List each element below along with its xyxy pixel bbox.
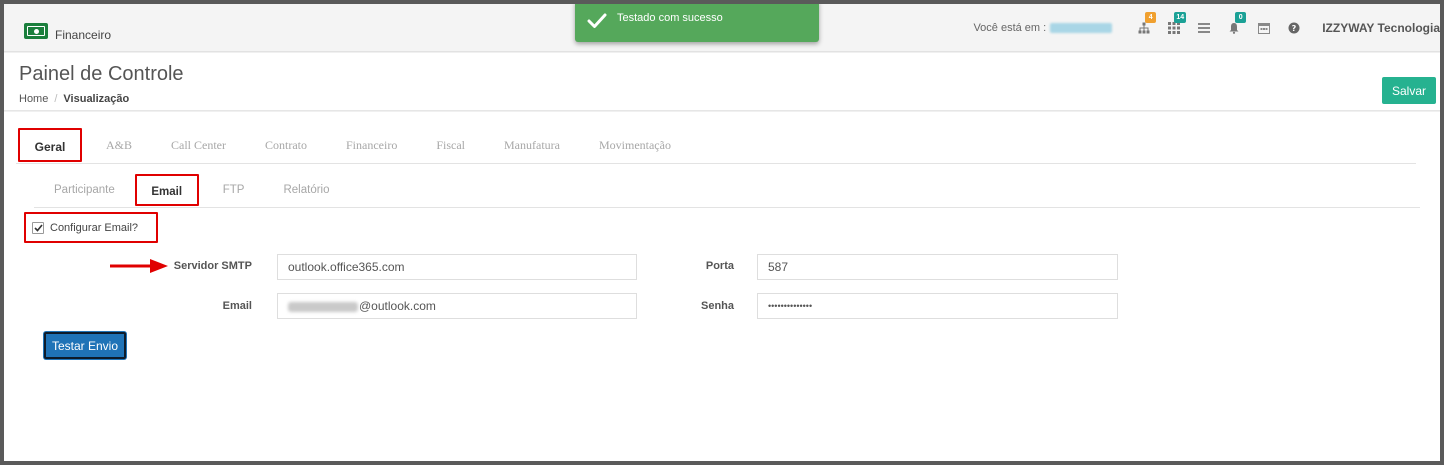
- tab-fiscal[interactable]: Fiscal: [436, 128, 465, 162]
- location-value-redacted[interactable]: [1050, 23, 1113, 33]
- configure-email-toggle[interactable]: Configurar Email?: [24, 212, 158, 243]
- company-name[interactable]: IZZYWAY Tecnologia: [1322, 21, 1440, 35]
- email-domain: @outlook.com: [359, 299, 436, 313]
- check-icon: [587, 13, 607, 28]
- sub-tabs: Participante Email FTP Relatório: [34, 174, 1420, 208]
- subtab-participante[interactable]: Participante: [54, 174, 115, 206]
- top-right-toolbar: Você está em : 4 14 0 ? IZZYWAY Tecnolog…: [973, 12, 1440, 38]
- save-button[interactable]: Salvar: [1382, 77, 1436, 104]
- tab-movimentacao[interactable]: Movimentação: [599, 128, 671, 162]
- smtp-label: Servidor SMTP: [173, 260, 252, 272]
- page-title: Painel de Controle: [19, 63, 184, 85]
- brand[interactable]: Financeiro: [24, 20, 111, 42]
- smtp-input[interactable]: outlook.office365.com: [277, 254, 637, 280]
- top-navbar: Financeiro Testado com sucesso Você está…: [4, 4, 1440, 52]
- list-icon: [1198, 23, 1211, 33]
- toast-message: Testado com sucesso: [617, 12, 723, 24]
- test-send-button[interactable]: Testar Envio: [44, 332, 126, 359]
- breadcrumb-current: Visualização: [63, 93, 130, 105]
- apps-badge: 14: [1174, 12, 1187, 23]
- tab-manufatura[interactable]: Manufatura: [504, 128, 560, 162]
- tab-call-center[interactable]: Call Center: [171, 128, 226, 162]
- calendar-button[interactable]: [1254, 18, 1274, 38]
- configure-email-label: Configurar Email?: [50, 221, 139, 234]
- question-circle-icon: ?: [1288, 22, 1300, 34]
- subtab-relatorio[interactable]: Relatório: [283, 174, 329, 206]
- email-label: Email: [222, 300, 252, 312]
- list-button[interactable]: [1194, 18, 1214, 38]
- breadcrumb: Home / Visualização: [19, 93, 129, 105]
- main-tabs: Geral A&B Call Center Contrato Financeir…: [16, 128, 1416, 164]
- notifications-badge: 0: [1235, 12, 1247, 23]
- sitemap-icon: [1138, 22, 1150, 34]
- senha-label: Senha: [700, 300, 734, 312]
- email-input[interactable]: @outlook.com: [277, 293, 637, 319]
- subtab-email[interactable]: Email: [134, 174, 199, 206]
- brand-label: Financeiro: [55, 28, 112, 42]
- sitemap-badge: 4: [1145, 12, 1157, 23]
- money-bill-icon: [24, 23, 48, 39]
- grid-icon: [1168, 22, 1181, 34]
- breadcrumb-home[interactable]: Home: [19, 93, 48, 105]
- porta-input[interactable]: 587: [757, 254, 1118, 280]
- help-button[interactable]: ?: [1284, 18, 1304, 38]
- subtab-ftp[interactable]: FTP: [223, 174, 245, 206]
- breadcrumb-separator: /: [54, 93, 58, 105]
- success-toast: Testado com sucesso: [575, 4, 819, 42]
- tab-contrato[interactable]: Contrato: [265, 128, 307, 162]
- apps-button[interactable]: 14: [1164, 12, 1187, 38]
- main-content: Geral A&B Call Center Contrato Financeir…: [4, 112, 1440, 461]
- porta-label: Porta: [705, 260, 734, 272]
- tab-ab[interactable]: A&B: [106, 128, 132, 162]
- svg-text:?: ?: [1292, 24, 1297, 33]
- tab-financeiro[interactable]: Financeiro: [346, 128, 397, 162]
- senha-input[interactable]: ••••••••••••••: [757, 293, 1118, 319]
- checkmark-icon: [33, 223, 43, 232]
- email-user-redacted: [288, 301, 358, 312]
- configure-email-checkbox[interactable]: [32, 221, 44, 234]
- bell-icon: [1229, 23, 1239, 34]
- sitemap-button[interactable]: 4: [1134, 12, 1157, 38]
- page-header: Painel de Controle Home / Visualização Sal…: [4, 53, 1440, 111]
- calendar-icon: [1258, 23, 1271, 34]
- tab-geral[interactable]: Geral: [18, 128, 82, 162]
- notifications-button[interactable]: 0: [1224, 12, 1247, 38]
- app-window: Financeiro Testado com sucesso Você está…: [4, 4, 1440, 461]
- location-label: Você está em :: [973, 22, 1047, 34]
